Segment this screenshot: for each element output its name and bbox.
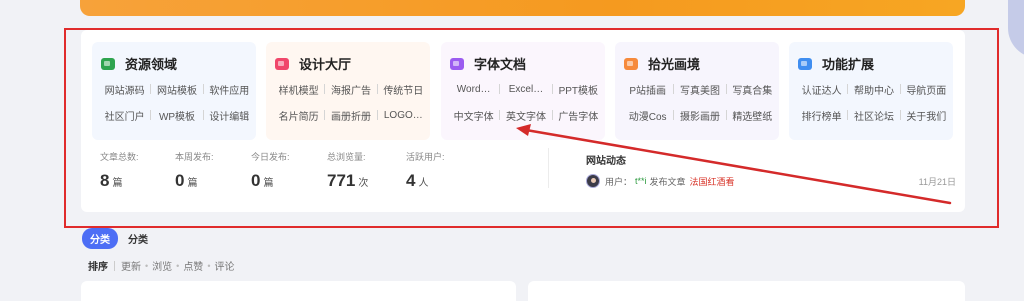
- sort-option-comments[interactable]: 评论: [214, 258, 234, 273]
- dot-separator: •: [145, 260, 149, 271]
- sort-label: 排序: [88, 262, 108, 273]
- category-tabs: 分类 分类: [82, 228, 148, 249]
- tab-category[interactable]: 分类: [128, 231, 148, 246]
- separator: [114, 260, 115, 271]
- sort-option-views[interactable]: 浏览: [152, 258, 172, 273]
- tab-category-active[interactable]: 分类: [82, 228, 118, 249]
- post-card: [81, 281, 516, 301]
- post-card: [528, 281, 965, 301]
- dot-separator: •: [207, 260, 211, 271]
- annotation-arrow: [516, 124, 952, 205]
- dot-separator: •: [176, 260, 180, 271]
- sort-bar: 排序 更新 • 浏览 • 点赞 • 评论: [88, 258, 234, 273]
- sort-option-update[interactable]: 更新: [121, 258, 141, 273]
- sort-option-likes[interactable]: 点赞: [183, 258, 203, 273]
